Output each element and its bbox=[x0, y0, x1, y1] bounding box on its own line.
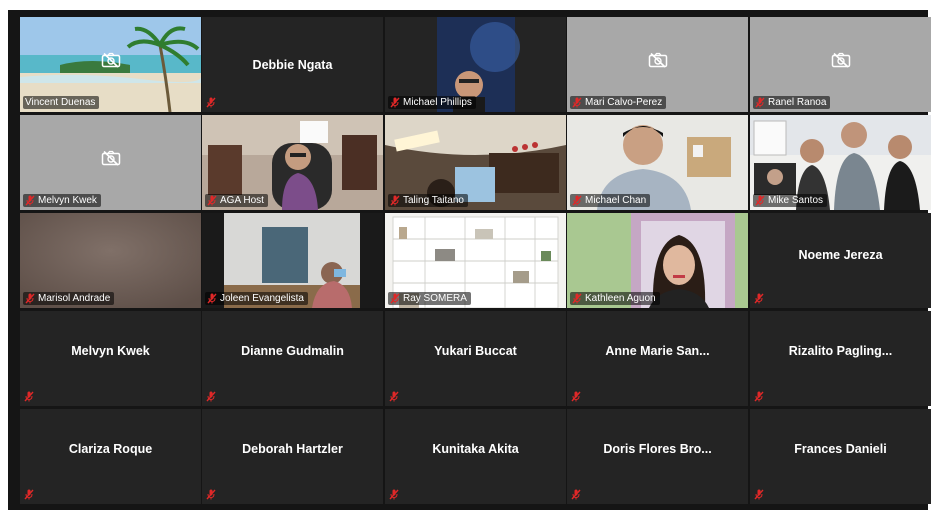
participant-tile-mari-calvo-perez[interactable]: Mari Calvo-Perez bbox=[567, 17, 748, 112]
mic-muted-icon bbox=[571, 489, 581, 500]
participant-name: Melvyn Kwek bbox=[71, 343, 150, 358]
participant-tile-debbie-ngata[interactable]: Debbie Ngata bbox=[202, 17, 383, 112]
mic-muted-icon bbox=[389, 391, 399, 402]
mic-muted-icon bbox=[24, 391, 34, 402]
mic-muted-icon bbox=[207, 293, 217, 304]
mic-muted-icon bbox=[206, 489, 216, 500]
mic-muted-icon bbox=[390, 97, 400, 108]
participant-tile-vincent-duenas[interactable]: Vincent Duenas bbox=[20, 17, 201, 112]
participant-tile-frances-danieli[interactable]: Frances Danieli bbox=[750, 409, 931, 504]
camera-off-icon bbox=[101, 150, 121, 166]
name-label: Michael Phillips bbox=[388, 96, 476, 109]
participant-tile-ranel-ranoa[interactable]: Ranel Ranoa bbox=[750, 17, 931, 112]
participant-name: Yukari Buccat bbox=[434, 343, 517, 358]
participant-name: Doris Flores Bro... bbox=[603, 441, 712, 456]
mic-muted-icon bbox=[755, 97, 765, 108]
participant-tile-kathleen-aguon[interactable]: Kathleen Aguon bbox=[567, 213, 748, 308]
participant-tile-michael-phillips[interactable]: Michael Phillips bbox=[385, 17, 566, 112]
participant-name: Vincent Duenas bbox=[25, 97, 96, 108]
participant-tile-rizalito-pagling[interactable]: Rizalito Pagling... bbox=[750, 311, 931, 406]
mic-muted-icon bbox=[390, 195, 400, 206]
participant-name: Taling Taitano bbox=[403, 195, 464, 206]
camera-off-icon bbox=[831, 52, 851, 68]
participant-name: Frances Danieli bbox=[794, 441, 887, 456]
mic-muted-icon bbox=[206, 97, 216, 108]
participant-tile-kunitaka-akita[interactable]: Kunitaka Akita bbox=[385, 409, 566, 504]
participant-tile-melvyn-kwek-video[interactable]: Melvyn Kwek bbox=[20, 115, 201, 210]
mic-muted-icon bbox=[572, 195, 582, 206]
participant-tile-michael-chan[interactable]: Michael Chan bbox=[567, 115, 748, 210]
participant-tile-clariza-roque[interactable]: Clariza Roque bbox=[20, 409, 201, 504]
participant-tile-dianne-gudmalin[interactable]: Dianne Gudmalin bbox=[202, 311, 383, 406]
gallery-view: Vincent Duenas Debbie Ngata Michael Phil… bbox=[8, 10, 931, 510]
mic-muted-icon bbox=[25, 195, 35, 206]
participant-name: Ray SOMERA bbox=[403, 293, 467, 304]
participant-tile-deborah-hartzler[interactable]: Deborah Hartzler bbox=[202, 409, 383, 504]
participant-name: Joleen Evangelista bbox=[220, 293, 304, 304]
mic-muted-icon bbox=[754, 391, 764, 402]
participant-tile-joleen-evangelista[interactable]: Joleen Evangelista bbox=[202, 213, 383, 308]
name-label: Mike Santos bbox=[753, 194, 828, 207]
participant-tile-yukari-buccat[interactable]: Yukari Buccat bbox=[385, 311, 566, 406]
participant-name: Michael Chan bbox=[585, 195, 647, 206]
name-label: Ranel Ranoa bbox=[753, 96, 831, 109]
name-label: Mari Calvo-Perez bbox=[570, 96, 667, 109]
participant-tile-ray-somera[interactable]: Ray SOMERA bbox=[385, 213, 566, 308]
participant-tile-melvyn-kwek[interactable]: Melvyn Kwek bbox=[20, 311, 201, 406]
participant-name: Deborah Hartzler bbox=[242, 441, 343, 456]
participant-name: Michael Phillips bbox=[403, 97, 472, 108]
mic-muted-icon bbox=[571, 391, 581, 402]
mic-muted-icon bbox=[206, 391, 216, 402]
mic-muted-icon bbox=[572, 97, 582, 108]
camera-off-icon bbox=[648, 52, 668, 68]
participant-name: Kathleen Aguon bbox=[585, 293, 656, 304]
participant-name: Melvyn Kwek bbox=[38, 195, 97, 206]
mic-muted-icon bbox=[754, 489, 764, 500]
participant-name: Clariza Roque bbox=[68, 441, 153, 456]
mic-muted-icon bbox=[754, 293, 764, 304]
name-label: Michael Chan bbox=[570, 194, 651, 207]
participant-name: Ranel Ranoa bbox=[768, 97, 827, 108]
participant-tile-aga-host[interactable]: AGA Host bbox=[202, 115, 383, 210]
name-label: Joleen Evangelista bbox=[205, 292, 308, 305]
participant-tile-doris-flores[interactable]: Doris Flores Bro... bbox=[567, 409, 748, 504]
participant-tile-noeme-jereza[interactable]: Noeme Jereza bbox=[750, 213, 931, 308]
mic-muted-icon bbox=[389, 489, 399, 500]
participant-tile-anne-marie[interactable]: Anne Marie San... bbox=[567, 311, 748, 406]
participant-name: Noeme Jereza bbox=[798, 247, 883, 262]
name-label: Vincent Duenas bbox=[23, 96, 100, 109]
participant-name: Rizalito Pagling... bbox=[788, 343, 893, 358]
participant-tile-marisol-andrade[interactable]: Marisol Andrade bbox=[20, 213, 201, 308]
mic-muted-icon bbox=[207, 195, 217, 206]
name-label: AGA Host bbox=[205, 194, 268, 207]
name-label: Melvyn Kwek bbox=[23, 194, 101, 207]
mic-muted-icon bbox=[572, 293, 582, 304]
name-label: Marisol Andrade bbox=[23, 292, 115, 305]
name-label: Ray SOMERA bbox=[388, 292, 471, 305]
participant-name: Marisol Andrade bbox=[38, 293, 111, 304]
camera-off-icon bbox=[101, 52, 121, 68]
participant-tile-mike-santos[interactable]: Mike Santos bbox=[750, 115, 931, 210]
participant-name: AGA Host bbox=[220, 195, 264, 206]
participant-name: Anne Marie San... bbox=[605, 343, 710, 358]
participant-name: Debbie Ngata bbox=[252, 57, 333, 72]
mic-muted-icon bbox=[755, 195, 765, 206]
mic-muted-icon bbox=[25, 293, 35, 304]
name-label: Taling Taitano bbox=[388, 194, 468, 207]
name-label: Kathleen Aguon bbox=[570, 292, 660, 305]
mic-muted-icon bbox=[390, 293, 400, 304]
mic-muted-icon bbox=[24, 489, 34, 500]
participant-name: Mike Santos bbox=[768, 195, 824, 206]
participant-tile-taling-taitano[interactable]: Taling Taitano bbox=[385, 115, 566, 210]
participant-name: Mari Calvo-Perez bbox=[585, 97, 663, 108]
participant-name: Kunitaka Akita bbox=[432, 441, 519, 456]
participant-name: Dianne Gudmalin bbox=[241, 343, 344, 358]
